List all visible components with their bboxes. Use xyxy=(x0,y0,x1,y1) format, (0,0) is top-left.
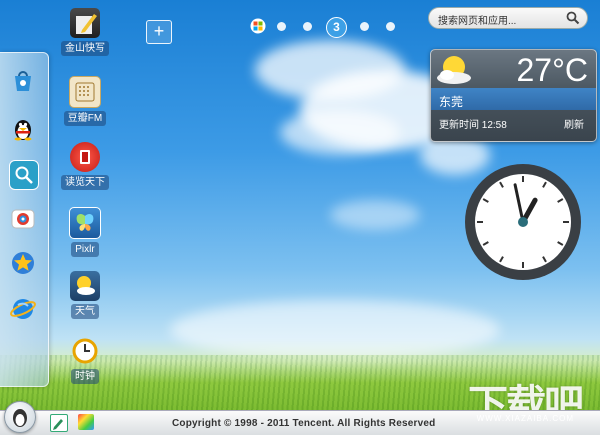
desktop-icon-label: 豆瓣FM xyxy=(63,111,107,126)
pen-notebook-icon xyxy=(70,8,100,38)
color-palette-icon[interactable] xyxy=(78,414,94,430)
weather-widget[interactable]: 27°C 东莞 更新时间 12:58 刷新 xyxy=(430,49,597,142)
alarm-clock-icon xyxy=(70,336,100,366)
copyright-text: Copyright © 1998 - 2011 Tencent. All Rig… xyxy=(172,418,436,429)
notepad-icon[interactable] xyxy=(50,414,68,432)
windows-logo-icon[interactable] xyxy=(250,18,266,34)
search-input[interactable]: 搜索网页和应用... xyxy=(428,7,588,29)
desktop-icon-label: 读览天下 xyxy=(61,175,109,190)
clock-widget[interactable] xyxy=(464,163,582,281)
pager-dot[interactable] xyxy=(303,22,312,31)
browser-globe-icon[interactable] xyxy=(9,295,37,323)
pager-dot[interactable] xyxy=(277,22,286,31)
sun-cloud-icon xyxy=(434,53,474,90)
watermark-url: WWW.XIAZAIBA.COM xyxy=(476,414,574,423)
qplus-desktop: 金山快写 豆瓣FM 读览天下 Pixlr 天气 时钟 + 3 搜索网页和应用..… xyxy=(0,0,600,435)
search-icon[interactable] xyxy=(566,11,580,30)
qq-game-star-icon[interactable] xyxy=(9,249,37,277)
desktop-icon-label: 天气 xyxy=(71,304,99,319)
refresh-button[interactable]: 刷新 xyxy=(564,116,584,131)
desktop-icon-kingsoft-writer[interactable]: 金山快写 xyxy=(60,8,110,56)
desktop-icon-pixlr[interactable]: Pixlr xyxy=(60,207,110,257)
cloud xyxy=(280,110,400,155)
temperature: 27°C xyxy=(516,52,589,88)
desktop-icon-reading[interactable]: 读览天下 xyxy=(60,142,110,190)
add-app-button[interactable]: + xyxy=(146,20,172,44)
desktop-icon-clock[interactable]: 时钟 xyxy=(60,336,110,384)
left-dock xyxy=(0,52,49,387)
cloud xyxy=(170,300,500,360)
pager-dot[interactable] xyxy=(360,22,369,31)
desktop-icon-weather[interactable]: 天气 xyxy=(60,271,110,319)
update-time: 更新时间 12:58 xyxy=(439,120,507,131)
qq-video-icon[interactable] xyxy=(9,205,37,233)
sun-cloud-icon xyxy=(70,271,100,301)
book-icon xyxy=(70,142,100,172)
pager-dot[interactable] xyxy=(386,22,395,31)
radio-icon xyxy=(69,76,101,108)
start-button[interactable] xyxy=(4,401,36,433)
app-store-icon[interactable] xyxy=(9,67,37,95)
cloud xyxy=(330,200,420,230)
pager-dot-active[interactable]: 3 xyxy=(326,17,347,38)
desktop-icon-label: 时钟 xyxy=(71,369,99,384)
city-name: 东莞 xyxy=(439,95,464,109)
desktop-icon-douban-fm[interactable]: 豆瓣FM xyxy=(60,76,110,126)
qq-penguin-icon[interactable] xyxy=(9,115,37,143)
desktop-icon-label: Pixlr xyxy=(71,242,99,257)
butterfly-icon xyxy=(69,207,101,239)
desktop-icon-label: 金山快写 xyxy=(61,41,109,56)
search-app-icon[interactable] xyxy=(9,160,39,190)
search-placeholder: 搜索网页和应用... xyxy=(438,16,517,27)
